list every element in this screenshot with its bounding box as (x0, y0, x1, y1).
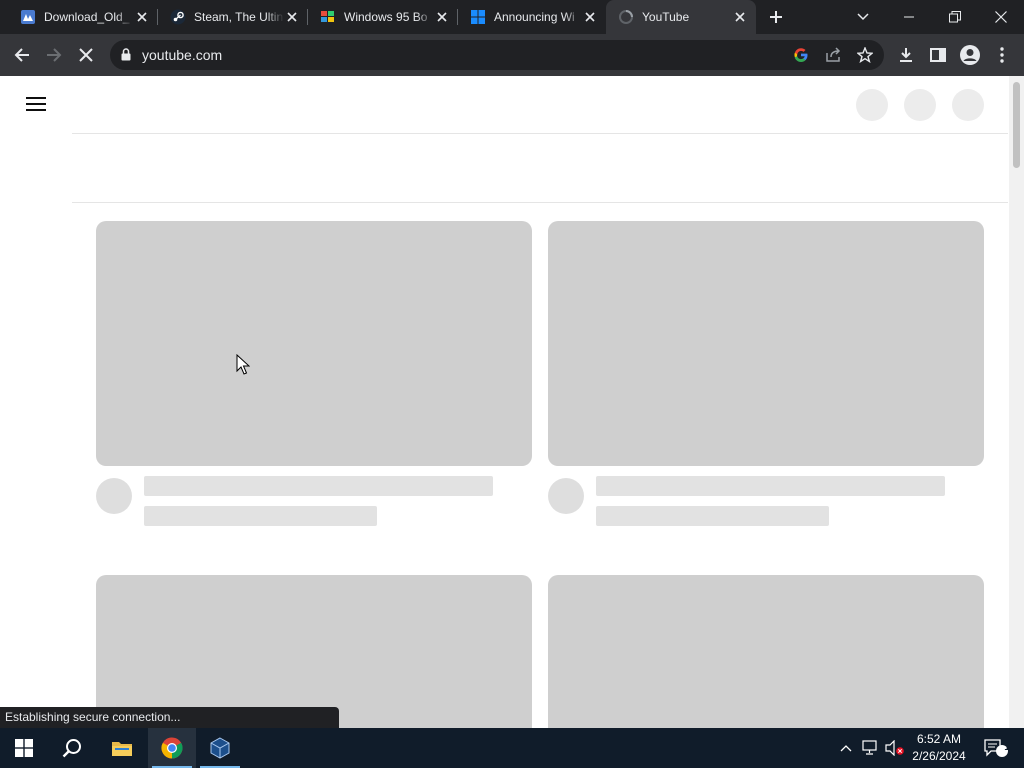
profile-avatar-icon (960, 45, 980, 65)
windows-taskbar: 6:52 AM 2/26/2024 1 (0, 728, 1024, 768)
browser-toolbar: youtube.com (0, 34, 1024, 76)
search-icon (62, 739, 81, 758)
close-tab-icon[interactable] (434, 9, 450, 25)
close-tab-icon[interactable] (582, 9, 598, 25)
forward-button[interactable] (38, 39, 70, 71)
download-icon (900, 48, 912, 62)
side-panel-button[interactable] (922, 39, 954, 71)
tab-title: YouTube (642, 10, 690, 24)
tab-windows95[interactable]: Windows 95 Bo (308, 0, 458, 34)
speaker-muted-icon (885, 740, 904, 756)
start-button[interactable] (0, 728, 48, 768)
steam-icon (170, 9, 186, 25)
video-thumbnail-placeholder[interactable] (96, 575, 532, 728)
profile-button[interactable] (954, 39, 986, 71)
channel-avatar-placeholder (548, 478, 584, 514)
wallpaper-site-icon (20, 9, 36, 25)
loading-icon (618, 9, 634, 25)
tab-title: Steam, The Ultin (194, 10, 284, 24)
tab-title: Windows 95 Bo (344, 10, 428, 24)
video-thumbnail-placeholder[interactable] (548, 575, 984, 728)
meta-placeholder (144, 506, 377, 526)
scrollbar-thumb[interactable] (1013, 82, 1020, 168)
video-thumbnail-placeholder[interactable] (96, 221, 532, 466)
tab-strip: Download_Old_ Steam, The Ultin Windows 9… (0, 0, 1024, 34)
windows95-flag-icon (320, 9, 336, 25)
browser-menu-button[interactable] (986, 39, 1018, 71)
more-vertical-icon (1000, 47, 1004, 63)
hamburger-menu-icon[interactable] (26, 97, 46, 111)
close-icon (79, 48, 93, 62)
close-tab-icon[interactable] (284, 9, 300, 25)
show-hidden-icons-button[interactable] (836, 728, 856, 768)
header-placeholder-circle (952, 89, 984, 121)
arrow-left-icon (14, 48, 29, 62)
file-explorer-icon (112, 742, 132, 756)
virtualbox-icon (210, 737, 230, 759)
header-placeholder-circle (856, 89, 888, 121)
tab-download-old[interactable]: Download_Old_ (8, 0, 158, 34)
close-tab-icon[interactable] (134, 9, 150, 25)
tab-steam[interactable]: Steam, The Ultin (158, 0, 308, 34)
stop-loading-button[interactable] (70, 39, 102, 71)
header-placeholder-circle (904, 89, 936, 121)
meta-placeholder (596, 506, 829, 526)
tab-title: Download_Old_ (44, 10, 130, 24)
chrome-taskbar-button[interactable] (148, 728, 196, 768)
clock-date: 2/26/2024 (912, 749, 966, 763)
chevron-down-icon (857, 13, 869, 21)
video-thumbnail-placeholder[interactable] (548, 221, 984, 466)
clock-time: 6:52 AM (916, 732, 962, 746)
new-tab-button[interactable] (764, 5, 788, 29)
virtualbox-taskbar-button[interactable] (196, 728, 244, 768)
url-text: youtube.com (142, 47, 223, 63)
back-button[interactable] (6, 39, 38, 71)
file-explorer-button[interactable] (98, 728, 146, 768)
close-tab-icon[interactable] (732, 9, 748, 25)
search-button[interactable] (48, 728, 96, 768)
address-bar[interactable]: youtube.com (110, 40, 884, 70)
scrollbar-track[interactable] (1009, 76, 1024, 728)
chips-divider (72, 202, 1008, 203)
minimize-icon (904, 16, 914, 18)
arrow-right-icon (47, 48, 62, 62)
minimize-button[interactable] (886, 0, 932, 34)
lock-icon (121, 48, 131, 66)
taskbar-clock[interactable]: 6:52 AM 2/26/2024 (904, 731, 974, 765)
windows-logo-icon (470, 9, 486, 25)
notification-count-badge: 1 (1004, 742, 1010, 753)
tab-title: Announcing Wi (494, 10, 575, 24)
restore-icon (949, 11, 961, 23)
youtube-page (0, 76, 1024, 728)
close-window-button[interactable] (978, 0, 1024, 34)
close-icon (995, 11, 1007, 23)
mouse-cursor-icon (236, 354, 250, 375)
google-lens-icon[interactable] (791, 45, 811, 65)
network-icon (862, 740, 877, 755)
tab-announcing-windows[interactable]: Announcing Wi (458, 0, 606, 34)
start-icon (15, 739, 33, 757)
title-placeholder (144, 476, 493, 496)
tab-search-button[interactable] (840, 0, 886, 34)
channel-avatar-placeholder (96, 478, 132, 514)
screen: Download_Old_ Steam, The Ultin Windows 9… (0, 0, 1024, 768)
restore-button[interactable] (932, 0, 978, 34)
downloads-button[interactable] (890, 39, 922, 71)
action-center-button[interactable]: 1 (980, 728, 1012, 768)
chrome-icon (161, 737, 183, 759)
tab-youtube[interactable]: YouTube (606, 0, 756, 34)
share-icon[interactable] (823, 45, 843, 65)
side-panel-icon (930, 48, 946, 62)
chevron-up-icon (840, 745, 852, 752)
volume-button[interactable] (884, 728, 906, 768)
network-button[interactable] (860, 728, 882, 768)
bookmark-star-icon[interactable] (855, 45, 875, 65)
title-placeholder (596, 476, 945, 496)
header-divider (72, 133, 1008, 134)
plus-icon (770, 11, 782, 23)
status-bubble: Establishing secure connection... (0, 707, 339, 728)
